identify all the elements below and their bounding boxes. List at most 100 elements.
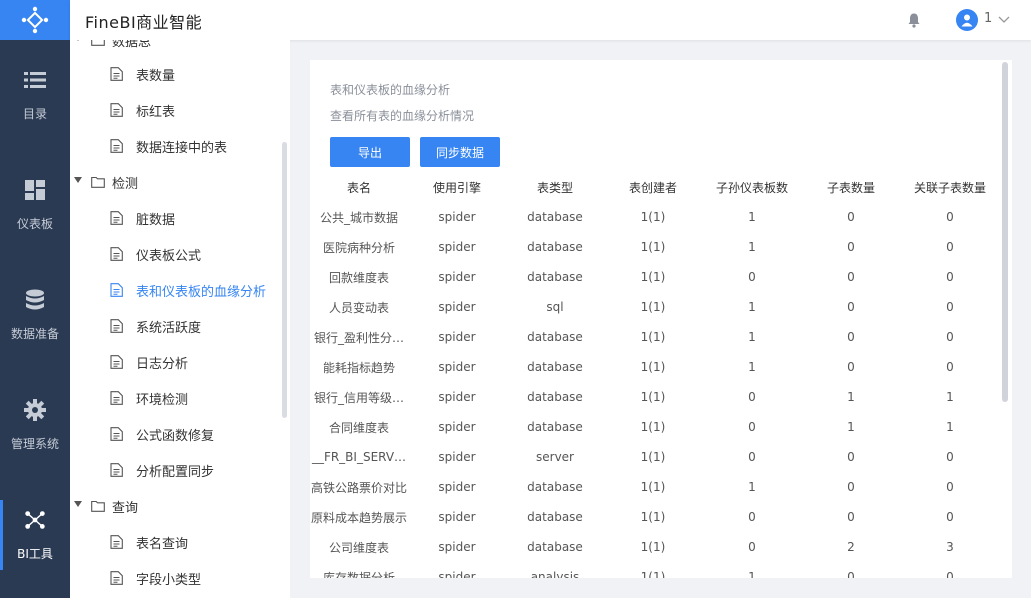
table-scrollbar[interactable] — [1002, 62, 1008, 402]
table-cell: spider — [438, 510, 476, 524]
table-row[interactable]: 能耗指标趋势 spider database 1(1) 1 0 0 — [310, 352, 1000, 382]
user-icon — [961, 14, 973, 27]
tree-item-label: 表数量 — [136, 68, 176, 84]
column-header: 表创建者 — [628, 180, 677, 195]
table-cell: 0 — [748, 510, 756, 524]
table-row[interactable]: 库存数据分析 spider analysis 1(1) 1 0 0 — [310, 562, 1000, 578]
table-row[interactable]: 人员变动表 spider sql 1(1) 1 0 0 — [310, 292, 1000, 322]
lineage-table: 表名 使用引擎 表类型 表创建者 子孙仪表板数 子表数量 关联子表数量 公共_城市数据 spi… — [310, 172, 1000, 579]
table-cell: spider — [438, 360, 476, 374]
rail-item-catalog[interactable]: 目录 — [0, 40, 70, 150]
table-row[interactable]: 回款维度表 spider database 1(1) 0 0 0 — [310, 262, 1000, 292]
user-name[interactable]: 1 — [984, 11, 992, 26]
tree-folder[interactable]: 查询 — [70, 488, 280, 524]
column-header: 表类型 — [536, 180, 573, 195]
export-button[interactable]: 导出 — [330, 137, 410, 167]
table-row[interactable]: 银行_盈利性分… spider database 1(1) 1 0 0 — [310, 322, 1000, 352]
table-cell: 1 — [748, 570, 756, 578]
table-cell: 0 — [946, 210, 954, 224]
avatar[interactable] — [956, 9, 978, 31]
tree-item-label: 查询 — [112, 500, 139, 516]
table-cell: 0 — [847, 570, 855, 578]
tree-folder-label: 数据总 — [112, 40, 152, 50]
tree-item[interactable]: 系统活跃度 — [70, 308, 280, 344]
table-row[interactable]: 合同维度表 spider database 1(1) 0 1 1 — [310, 412, 1000, 442]
rail-item-data-prep[interactable]: 数据准备 — [0, 260, 70, 370]
document-icon — [110, 67, 123, 81]
sync-data-button[interactable]: 同步数据 — [420, 137, 500, 167]
table-row[interactable]: 银行_信用等级… spider database 1(1) 0 1 1 — [310, 382, 1000, 412]
table-cell: spider — [438, 450, 476, 464]
column-header: 使用引擎 — [432, 180, 481, 195]
tree-item[interactable]: 仪表板公式 — [70, 236, 280, 272]
table-cell: 1(1) — [640, 330, 666, 344]
app-logo[interactable] — [0, 0, 70, 40]
tree-item[interactable]: 分析配置同步 — [70, 452, 280, 488]
table-cell: spider — [438, 480, 476, 494]
table-cell: 0 — [946, 450, 954, 464]
left-nav-rail: 目录 仪表板 数据准备 管理系统 BI工具 — [0, 0, 70, 598]
table-row[interactable]: 原料成本趋势展示 spider database 1(1) 0 0 0 — [310, 502, 1000, 532]
tree-scrollbar[interactable] — [282, 142, 287, 418]
table-cell: 0 — [748, 420, 756, 434]
table-row[interactable]: 医院病种分析 spider database 1(1) 1 0 0 — [310, 232, 1000, 262]
table-cell: 0 — [946, 570, 954, 578]
column-header: 关联子表数量 — [913, 180, 986, 195]
rail-item-bi-tools[interactable]: BI工具 — [0, 480, 70, 590]
table-cell: 0 — [946, 510, 954, 524]
table-cell: 0 — [847, 510, 855, 524]
tree-folder[interactable]: 检测 — [70, 164, 280, 200]
tree-item[interactable]: 标红表 — [70, 92, 280, 128]
table-cell: spider — [438, 240, 476, 254]
document-icon — [110, 283, 123, 297]
tree-item-label: 环境检测 — [136, 392, 189, 408]
table-cell: spider — [438, 210, 476, 224]
tree-item[interactable]: 数据连接中的表 — [70, 128, 280, 164]
table-row[interactable]: 高铁公路票价对比 spider database 1(1) 1 0 0 — [310, 472, 1000, 502]
rail-item-dashboard[interactable]: 仪表板 — [0, 150, 70, 260]
tree-item[interactable]: 表名查询 — [70, 524, 280, 560]
tree-item-label: 分析配置同步 — [136, 464, 215, 480]
table-cell: 1 — [748, 330, 756, 344]
table-cell: database — [527, 330, 583, 344]
tree-item[interactable]: 脏数据 — [70, 200, 280, 236]
rail-item-admin[interactable]: 管理系统 — [0, 370, 70, 480]
table-cell: 0 — [847, 360, 855, 374]
table-cell: 1(1) — [640, 390, 666, 404]
tree-item[interactable]: 公式函数修复 — [70, 416, 280, 452]
document-icon — [110, 319, 123, 333]
document-icon — [110, 211, 123, 225]
table-row[interactable]: 公共_城市数据 spider database 1(1) 1 0 0 — [310, 202, 1000, 232]
table-cell: 1 — [847, 420, 855, 434]
tree-item[interactable]: 日志分析 — [70, 344, 280, 380]
finebi-logo-icon — [21, 6, 49, 34]
table-row[interactable]: __FR_BI_SERV… spider server 1(1) 0 0 0 — [310, 442, 1000, 472]
table-cell: 0 — [847, 210, 855, 224]
document-icon — [110, 391, 123, 405]
database-icon — [24, 289, 46, 311]
table-cell: 1(1) — [640, 420, 666, 434]
table-cell: 1 — [748, 480, 756, 494]
chevron-down-icon[interactable] — [998, 13, 1010, 25]
tree-item[interactable]: 表和仪表板的血缘分析 — [70, 272, 280, 308]
table-cell: 1(1) — [640, 360, 666, 374]
table-cell: 银行_盈利性分… — [313, 330, 404, 345]
tree-item[interactable]: 环境检测 — [70, 380, 280, 416]
gear-icon — [24, 398, 46, 421]
function-tree: 数据总 表数量标红表 数据连接中的表 检测 脏数据 仪表板公式 表和仪表板的血缘分析 系统活… — [70, 40, 290, 598]
table-cell: spider — [438, 570, 476, 578]
caret-down-icon — [74, 501, 82, 507]
bell-icon[interactable] — [906, 12, 922, 28]
table-cell: 医院病种分析 — [322, 240, 395, 255]
folder-icon — [91, 176, 105, 188]
tree-item[interactable]: 字段小类型 — [70, 560, 280, 596]
tree-item[interactable]: 表数量 — [70, 56, 280, 92]
table-cell: database — [527, 420, 583, 434]
tree-item-label: 日志分析 — [136, 356, 189, 372]
table-cell: 1 — [748, 300, 756, 314]
table-cell: 1(1) — [640, 510, 666, 524]
tree-item-label: 公式函数修复 — [136, 428, 215, 444]
table-cell: 0 — [946, 300, 954, 314]
table-row[interactable]: 公司维度表 spider database 1(1) 0 2 3 — [310, 532, 1000, 562]
table-cell: 高铁公路票价对比 — [310, 480, 407, 495]
